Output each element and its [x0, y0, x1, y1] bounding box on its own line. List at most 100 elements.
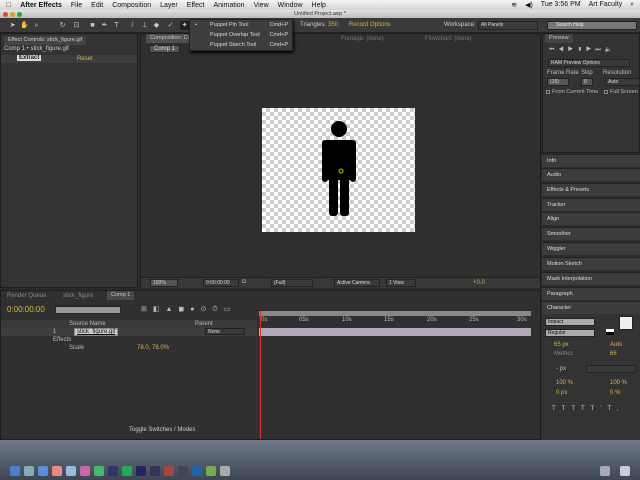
stroke-style-select[interactable]: [586, 365, 636, 373]
record-options[interactable]: Record Options: [349, 22, 391, 28]
view-layout-select[interactable]: 1 View: [386, 279, 416, 287]
time-ruler[interactable]: 0s 05s 10s 15s 20s 25s 30s: [259, 317, 531, 327]
trash-icon[interactable]: [620, 466, 630, 476]
leading[interactable]: Auto: [610, 342, 622, 348]
full-screen-label[interactable]: Full Screen: [610, 89, 638, 95]
work-area-bar[interactable]: [259, 311, 531, 316]
frame-rate-select[interactable]: (15): [547, 78, 569, 86]
downloads-icon[interactable]: [600, 466, 610, 476]
camera-select[interactable]: Active Camera: [334, 279, 380, 287]
workspace-select[interactable]: All Panels: [478, 21, 538, 30]
font-style-select[interactable]: Regular: [545, 329, 595, 337]
exposure-value[interactable]: +0.0: [473, 280, 485, 286]
tab-render-queue[interactable]: Render Queue: [7, 293, 46, 299]
layer-name[interactable]: stick_figure.gif: [74, 328, 119, 336]
spotlight-icon[interactable]: ⌕: [630, 1, 634, 9]
scale-value[interactable]: 78.0, 78.0%: [137, 345, 169, 351]
baseline-shift[interactable]: 0 px: [556, 390, 567, 396]
font-size[interactable]: 65 px: [554, 342, 569, 348]
menu-edit[interactable]: Edit: [91, 2, 103, 9]
dock-app-icon[interactable]: [108, 466, 118, 476]
roto-brush-icon[interactable]: ✓: [166, 21, 175, 30]
user-name[interactable]: Art Faculty: [589, 1, 622, 9]
dock-app-icon[interactable]: [192, 466, 202, 476]
magnification-select[interactable]: 100%: [150, 279, 178, 287]
volume-icon[interactable]: ◀): [525, 1, 533, 9]
panel-tracker[interactable]: Tracker: [542, 198, 640, 211]
fill-color-swatch[interactable]: [619, 316, 633, 330]
tsume[interactable]: 0 %: [610, 390, 620, 396]
tab-effect-controls[interactable]: Effect Controls: stick_figure.gif: [4, 36, 87, 45]
puppet-tool-icon[interactable]: ✦: [180, 21, 189, 30]
camera-tool-icon[interactable]: ⊡: [72, 21, 81, 30]
close-button[interactable]: [3, 11, 8, 17]
reset-link[interactable]: Reset: [77, 56, 93, 62]
menu-help[interactable]: Help: [312, 2, 326, 9]
dock-app-icon[interactable]: [66, 466, 76, 476]
type-tool-icon[interactable]: T: [112, 21, 121, 30]
vertical-scale[interactable]: 100 %: [556, 380, 573, 386]
rotate-tool-icon[interactable]: ↻: [58, 21, 67, 30]
horizontal-scale[interactable]: 100 %: [610, 380, 627, 386]
font-family-select[interactable]: Impact: [545, 318, 595, 326]
clone-tool-icon[interactable]: ⊥: [140, 21, 149, 30]
dock-app-icon[interactable]: [150, 466, 160, 476]
dock-app-icon[interactable]: [164, 466, 174, 476]
stroke-width[interactable]: - px: [556, 366, 566, 372]
tab-comp-1[interactable]: Comp 1: [107, 291, 135, 300]
menu-item-puppet-pin[interactable]: • Puppet Pin Tool Cmd+P: [190, 20, 292, 30]
effect-extract[interactable]: Extract: [17, 55, 42, 61]
composition-canvas[interactable]: [262, 108, 415, 232]
scale-property[interactable]: Scale: [69, 345, 84, 351]
menu-file[interactable]: File: [71, 2, 82, 9]
panel-smoother[interactable]: Smoother: [542, 227, 640, 240]
dock-app-icon[interactable]: [24, 466, 34, 476]
resolution-select[interactable]: (Full): [271, 279, 313, 287]
panel-audio[interactable]: Audio: [542, 168, 640, 181]
menu-app[interactable]: After Effects: [20, 2, 62, 9]
layer-search-input[interactable]: [55, 306, 121, 314]
stick-figure[interactable]: [262, 108, 415, 232]
current-time[interactable]: 0:00:00:00: [203, 279, 239, 287]
menu-layer[interactable]: Layer: [160, 2, 178, 9]
menu-item-puppet-starch[interactable]: Puppet Starch Tool Cmd+P: [190, 40, 292, 50]
pen-tool-icon[interactable]: ✒: [100, 21, 109, 30]
zoom-tool-icon[interactable]: ⌕: [32, 21, 41, 30]
parent-select[interactable]: None: [205, 328, 245, 335]
panel-info[interactable]: Info: [542, 154, 640, 167]
toggle-switches-modes[interactable]: Toggle Switches / Modes: [129, 427, 195, 433]
layer-duration-bar[interactable]: [259, 328, 531, 336]
clock[interactable]: Tue 3:56 PM: [541, 1, 581, 9]
comp-subtab[interactable]: Comp 1: [149, 45, 181, 53]
wifi-icon[interactable]: ≋: [511, 1, 517, 9]
tab-flowchart[interactable]: Flowchart: (none): [425, 36, 472, 42]
triangles-value[interactable]: 350: [328, 22, 338, 28]
from-current-checkbox[interactable]: [546, 90, 550, 94]
eraser-tool-icon[interactable]: ◆: [152, 21, 161, 30]
tab-footage[interactable]: Footage: (none): [341, 36, 384, 42]
apple-icon[interactable]: : [6, 2, 11, 9]
search-help-input[interactable]: Search Help: [547, 21, 637, 30]
menu-animation[interactable]: Animation: [213, 2, 244, 9]
hand-tool-icon[interactable]: ✋: [20, 21, 29, 30]
timeline-switches[interactable]: ⊞◧▲◼●⊙⏱▭: [141, 305, 236, 314]
after-effects-icon[interactable]: [136, 466, 146, 476]
tab-preview[interactable]: Preview: [545, 34, 573, 43]
snapshot-icon[interactable]: ◘: [242, 279, 246, 285]
timeline-timecode[interactable]: 0:00:00:00: [7, 305, 45, 314]
dock-app-icon[interactable]: [94, 466, 104, 476]
panel-align[interactable]: Align: [542, 212, 640, 225]
menu-window[interactable]: Window: [278, 2, 303, 9]
panel-wiggler[interactable]: Wiggler: [542, 242, 640, 255]
rectangle-tool-icon[interactable]: ■: [88, 21, 97, 30]
menu-effect[interactable]: Effect: [187, 2, 205, 9]
dock-app-icon[interactable]: [52, 466, 62, 476]
panel-effects-presets[interactable]: Effects & Presets: [542, 183, 640, 196]
ram-preview-select[interactable]: RAM Preview Options: [548, 59, 630, 67]
skip-select[interactable]: 0: [581, 78, 593, 86]
default-colors-icon[interactable]: [606, 329, 614, 335]
zoom-button[interactable]: [17, 11, 22, 17]
tracking[interactable]: 66: [610, 351, 617, 357]
playback-controls[interactable]: ⏮◀▶▮▶⏭🔈: [549, 46, 616, 54]
panel-motion-sketch[interactable]: Motion Sketch: [542, 257, 640, 270]
